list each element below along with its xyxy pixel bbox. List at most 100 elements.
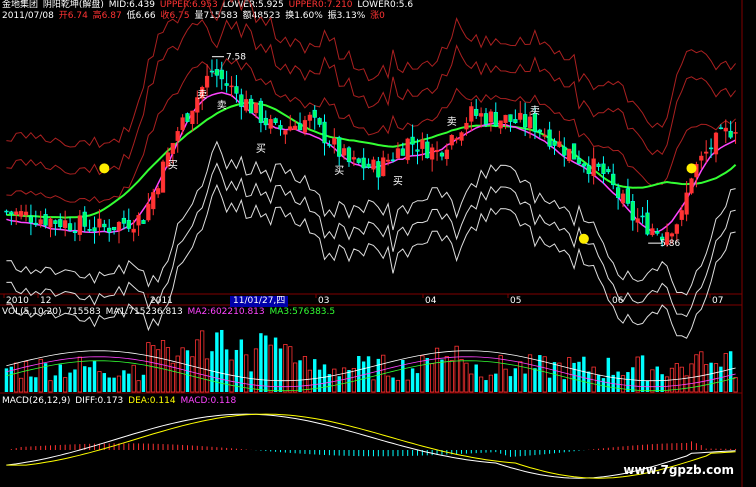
candle-body [4,210,9,213]
volume-bar [53,375,58,392]
candle-body [557,141,562,147]
candle-body [72,231,78,233]
volume-bar [288,346,293,393]
volume-bar [449,360,454,393]
volume-bar [224,349,229,392]
volume-bar [371,379,376,393]
volume-bar [674,363,679,393]
volume-bar [63,377,68,393]
candle-body [704,151,709,154]
candle-body [87,229,92,231]
candle-body [434,149,440,152]
candle-body [297,123,303,131]
candle-body [547,129,552,147]
smiley-icon [686,163,697,174]
volume-bar [244,354,249,393]
volume-bar [478,376,484,393]
volume-bar [283,344,288,393]
candle-body [33,222,38,225]
volume-bar [239,339,244,392]
volume-bar [664,376,670,393]
volume-bar [498,355,503,393]
candle-body [92,227,97,232]
volume-bar [454,345,459,393]
volume-bar [190,356,195,393]
candle-body [63,220,68,229]
candle-body [102,223,107,228]
volume-bar [601,378,606,392]
volume-bar [229,359,234,393]
candle-body [141,220,146,224]
candle-body [713,132,719,155]
candle-body [405,138,410,161]
candle-body [640,215,645,218]
volume-bar [107,377,111,392]
volume-bar [395,379,401,393]
candle-body [699,155,704,161]
volume-bar [322,364,327,392]
volume-bar [415,373,420,392]
candle-body [625,188,631,204]
candle-body [498,120,503,129]
volume-bar [160,340,166,393]
candle-body [170,142,175,154]
candle-body [327,144,332,146]
candle-body [728,130,733,138]
volume-bar [513,368,518,392]
candle-body [278,125,283,130]
candle-body [733,132,738,134]
smiley-icon [99,163,110,174]
volume-bar [488,374,493,393]
candle-body [156,188,161,195]
candle-body [209,70,215,73]
candle-body [542,134,547,137]
candle-body [77,215,82,235]
volume-bar [112,377,116,392]
candle-body [43,214,48,226]
candle-body [322,121,327,144]
candle-body [444,149,449,160]
candle-body [552,141,557,146]
x-tick-label: 03 [318,296,329,306]
candle-body [356,158,361,163]
candle-body [386,159,391,162]
candle-body [464,122,469,130]
candle-body [674,224,679,234]
volume-bar [141,374,146,392]
volume-bar [58,364,62,392]
candle-body [283,130,288,135]
volume-bar [533,368,537,392]
candle-body [185,113,190,122]
candle-body [249,98,254,114]
candle-body [562,146,567,156]
volume-bar [660,374,664,392]
candle-body [366,163,371,168]
volume-bar [440,359,444,392]
volume-bar [469,373,474,393]
candle-body [82,211,87,227]
candle-body [616,187,621,198]
candle-body [474,108,479,116]
volume-bar [351,368,356,393]
candle-body [239,94,244,107]
candle-body [151,192,156,210]
high-label: 7.58 [226,53,246,63]
candle-body [376,161,381,178]
candle-body [312,109,317,118]
volume-bar [34,377,38,392]
candle-body [606,169,611,173]
volume-bar [48,380,53,393]
volume-bar [430,363,435,393]
candle-body [493,112,498,127]
candle-body [273,118,278,123]
candle-body [258,100,264,123]
volume-bar [503,368,508,393]
candle-body [14,211,19,215]
candle-body [204,75,210,88]
volume-bar [313,359,317,392]
watermark: www.7gpzb.com [623,463,734,477]
candle-body [219,69,224,80]
volume-bar [92,360,97,392]
candle-body [410,136,415,145]
volume-bar [175,355,180,393]
